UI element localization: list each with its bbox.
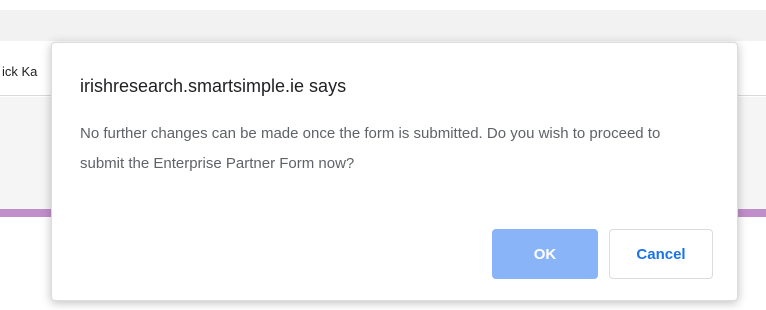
page: ick Ka irishresearch.smartsimple.ie says… [0,0,766,310]
dialog-title: irishresearch.smartsimple.ie says [80,76,347,96]
cancel-button[interactable]: Cancel [609,229,713,279]
user-name-fragment: ick Ka [2,64,38,79]
browser-top-bar [0,10,766,41]
dialog-message: No further changes can be made once the … [80,125,661,172]
ok-button[interactable]: OK [492,229,598,279]
confirm-dialog: irishresearch.smartsimple.ie says No fur… [51,42,738,301]
